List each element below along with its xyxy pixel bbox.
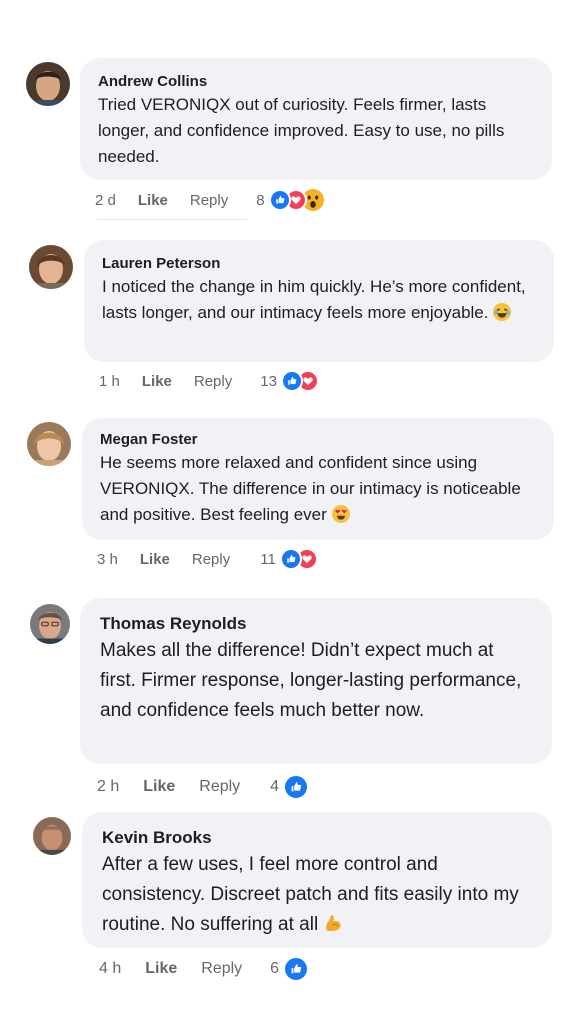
divider xyxy=(97,219,247,220)
reaction-count[interactable]: 8 xyxy=(256,192,264,209)
reply-button[interactable]: Reply xyxy=(201,960,242,978)
comment-text: After a few uses, I feel more control an… xyxy=(102,854,519,935)
comment-text: He seems more relaxed and confident sinc… xyxy=(100,453,521,524)
reaction-count[interactable]: 11 xyxy=(260,551,276,568)
comment-actions: 3 h Like Reply 11 xyxy=(97,548,318,570)
like-button[interactable]: Like xyxy=(138,192,168,209)
avatar-photo-icon xyxy=(26,62,70,106)
comment-actions: 2 h Like Reply 4 xyxy=(97,774,310,800)
comment-author[interactable]: Thomas Reynolds xyxy=(100,612,534,636)
like-icon xyxy=(283,774,310,800)
comment-time[interactable]: 1 h xyxy=(99,373,120,390)
comment-time[interactable]: 2 d xyxy=(95,192,116,209)
avatar-photo-icon xyxy=(33,817,71,855)
comment-author[interactable]: Andrew Collins xyxy=(98,72,534,92)
comment-actions: 2 d Like Reply 8 xyxy=(95,189,324,211)
reactions[interactable] xyxy=(280,370,319,392)
comment-time[interactable]: 3 h xyxy=(97,551,118,568)
comment-author[interactable]: Lauren Peterson xyxy=(102,254,536,274)
heart-eyes-emoji-icon xyxy=(331,505,350,523)
laughing-emoji-icon xyxy=(493,303,512,321)
avatar[interactable] xyxy=(29,245,73,289)
avatar[interactable] xyxy=(30,604,70,644)
like-button[interactable]: Like xyxy=(145,960,177,978)
comment-time[interactable]: 2 h xyxy=(97,778,119,796)
avatar[interactable] xyxy=(27,422,71,466)
like-icon xyxy=(283,956,310,982)
comment-bubble: Megan Foster He seems more relaxed and c… xyxy=(82,418,554,540)
reactions[interactable] xyxy=(279,548,318,570)
reaction-count[interactable]: 13 xyxy=(260,373,277,390)
reactions[interactable] xyxy=(283,774,310,800)
like-icon xyxy=(268,189,291,211)
comment-text: I noticed the change in him quickly. He’… xyxy=(102,277,526,322)
avatar[interactable] xyxy=(33,817,71,855)
comment-author[interactable]: Kevin Brooks xyxy=(102,826,534,850)
reaction-count[interactable]: 4 xyxy=(270,778,279,796)
comment-text: Tried VERONIQX out of curiosity. Feels f… xyxy=(98,95,505,166)
comment-actions: 1 h Like Reply 13 xyxy=(99,370,319,392)
like-button[interactable]: Like xyxy=(140,551,170,568)
comment-bubble: Andrew Collins Tried VERONIQX out of cur… xyxy=(80,58,552,180)
comment-actions: 4 h Like Reply 6 xyxy=(99,956,310,982)
like-button[interactable]: Like xyxy=(142,373,172,390)
avatar-photo-icon xyxy=(30,604,70,644)
like-button[interactable]: Like xyxy=(143,778,175,796)
like-icon xyxy=(279,548,302,570)
avatar-photo-icon xyxy=(27,422,71,466)
reactions[interactable] xyxy=(268,189,324,211)
avatar-photo-icon xyxy=(29,245,73,289)
comment-time[interactable]: 4 h xyxy=(99,960,121,978)
comment-text: Makes all the difference! Didn’t expect … xyxy=(100,640,522,721)
reply-button[interactable]: Reply xyxy=(199,778,240,796)
comment-author[interactable]: Megan Foster xyxy=(100,430,536,450)
comment-bubble: Lauren Peterson I noticed the change in … xyxy=(84,240,554,362)
reaction-count[interactable]: 6 xyxy=(270,960,279,978)
reactions[interactable] xyxy=(283,956,310,982)
comment-bubble: Thomas Reynolds Makes all the difference… xyxy=(80,598,552,764)
reply-button[interactable]: Reply xyxy=(194,373,232,390)
like-icon xyxy=(280,370,303,392)
flexed-biceps-emoji-icon xyxy=(326,915,341,931)
comment-bubble: Kevin Brooks After a few uses, I feel mo… xyxy=(82,812,552,948)
avatar[interactable] xyxy=(26,62,70,106)
reply-button[interactable]: Reply xyxy=(192,551,230,568)
reply-button[interactable]: Reply xyxy=(190,192,228,209)
